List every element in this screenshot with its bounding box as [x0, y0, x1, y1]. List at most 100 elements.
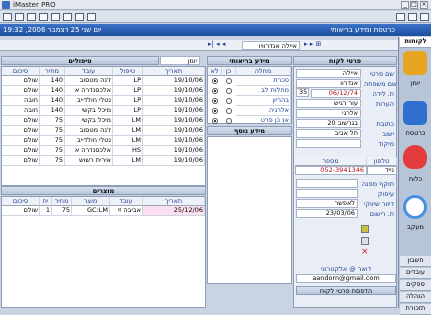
- sidebar-item-diary[interactable]: יומן: [399, 79, 431, 87]
- table-row-product[interactable]: GC:LM: [72, 206, 110, 216]
- table-row-worker[interactable]: אלכסנדרה א: [65, 146, 113, 156]
- table-row-status[interactable]: שולם: [2, 116, 40, 126]
- sidebar-item-tracking[interactable]: מעקב: [399, 223, 431, 231]
- nav-arrows-right[interactable]: ▸ ▸ ⊞: [304, 40, 321, 48]
- heart-icon[interactable]: [403, 145, 427, 169]
- table-row-date[interactable]: 19/10/06: [143, 96, 205, 106]
- field-value[interactable]: אנדרוו: [296, 79, 361, 88]
- table-row-price[interactable]: 75: [40, 126, 65, 136]
- yes-radio[interactable]: [226, 98, 232, 104]
- sidebar-item-account[interactable]: חשבון: [400, 256, 431, 267]
- table-row-code[interactable]: LP: [113, 86, 143, 96]
- no-radio[interactable]: [212, 78, 218, 84]
- table-row-date[interactable]: 19/10/06: [143, 106, 205, 116]
- extra-value[interactable]: לאפשר: [296, 199, 358, 208]
- table-row-date[interactable]: 19/10/06: [143, 146, 205, 156]
- yes-radio[interactable]: [226, 118, 232, 124]
- table-row-status[interactable]: שולם: [2, 76, 40, 86]
- table-row-code[interactable]: LP: [113, 106, 143, 116]
- table-row-code[interactable]: LM: [113, 126, 143, 136]
- email-field[interactable]: aandorn@gmail.com: [296, 274, 396, 283]
- table-row-date[interactable]: 25/12/06: [143, 206, 205, 216]
- magnifier-icon[interactable]: [403, 195, 427, 219]
- field-value[interactable]: 06/12/74: [311, 89, 361, 98]
- table-row-price[interactable]: 75: [40, 146, 65, 156]
- window-icon[interactable]: [27, 13, 36, 21]
- table-row-code[interactable]: LM: [113, 136, 143, 146]
- sidebar-item-management[interactable]: הנהלה: [400, 292, 431, 303]
- table-row-worker[interactable]: אלכסנדרה א: [65, 86, 113, 96]
- extra-value[interactable]: [296, 189, 358, 198]
- table-row-date[interactable]: 19/10/06: [143, 136, 205, 146]
- phone-type-select[interactable]: נייד: [367, 166, 397, 175]
- table-row-worker[interactable]: מיכל בקשי: [65, 116, 113, 126]
- extra-value[interactable]: [296, 179, 358, 188]
- table-row-date[interactable]: 19/10/06: [143, 76, 205, 86]
- table-row-status[interactable]: שולם: [2, 126, 40, 136]
- field-value[interactable]: עור רגיש: [296, 99, 361, 108]
- table-row-worker[interactable]: אירית רשוש: [65, 156, 113, 166]
- no-radio[interactable]: [212, 118, 218, 124]
- table-row-price[interactable]: 140: [40, 86, 65, 96]
- table-row-price[interactable]: 140: [40, 106, 65, 116]
- diary-selector[interactable]: יומן: [160, 56, 200, 65]
- clipboard-icon[interactable]: [403, 51, 427, 75]
- table-row-worker[interactable]: ז'נה מטסוב: [65, 126, 113, 136]
- table-row-worker[interactable]: נטלי חולדייב: [65, 96, 113, 106]
- print-icon[interactable]: [75, 13, 84, 21]
- table-row-status[interactable]: שולם: [2, 86, 40, 96]
- table-row-code[interactable]: LM: [113, 116, 143, 126]
- save-icon[interactable]: [3, 13, 12, 21]
- yes-radio[interactable]: [226, 78, 232, 84]
- maximize-icon[interactable]: □: [410, 1, 418, 9]
- table-row-price[interactable]: 75: [40, 156, 65, 166]
- table-row-status[interactable]: שולם: [2, 146, 40, 156]
- list-icon[interactable]: [15, 13, 24, 21]
- age-field[interactable]: 35: [296, 88, 309, 97]
- field-value[interactable]: [296, 139, 361, 148]
- table-row-code[interactable]: LM: [113, 156, 143, 166]
- no-radio[interactable]: [212, 98, 218, 104]
- sidebar-item-card[interactable]: כרטסת: [399, 129, 431, 137]
- table-row-date[interactable]: 19/10/06: [143, 156, 205, 166]
- table-row-price[interactable]: 140: [40, 76, 65, 86]
- phone-field[interactable]: 052-3941346: [295, 166, 367, 175]
- print-client-button[interactable]: הדפסת פרטי לקוח: [296, 286, 396, 295]
- nav-arrows[interactable]: ▸| ◂ ◂: [208, 40, 225, 48]
- field-value[interactable]: בגרשוב 20: [296, 119, 361, 128]
- table-row-status[interactable]: חובה: [2, 106, 40, 116]
- record-selector[interactable]: איילה אנדרוויו: [242, 41, 300, 50]
- table-row-worker[interactable]: נטלי חולדייב: [65, 136, 113, 146]
- extra-value[interactable]: 23/03/06: [296, 209, 358, 218]
- image-icon[interactable]: [63, 13, 72, 21]
- table-row-code[interactable]: LP: [113, 96, 143, 106]
- table-row-date[interactable]: 19/10/06: [143, 86, 205, 96]
- no-radio[interactable]: [212, 108, 218, 114]
- table-row-worker[interactable]: ז'נה מטסוב: [65, 76, 113, 86]
- table-row-code[interactable]: HS: [113, 146, 143, 156]
- field-value[interactable]: אלרגי: [296, 109, 361, 118]
- minimize-icon[interactable]: _: [401, 1, 409, 9]
- card-icon[interactable]: [403, 101, 427, 125]
- table-row-status[interactable]: שולם: [2, 136, 40, 146]
- table-row-status[interactable]: חובה: [2, 96, 40, 106]
- help-icon[interactable]: [87, 13, 96, 21]
- table-row-status[interactable]: שולם: [2, 156, 40, 166]
- edit-icon[interactable]: [361, 237, 369, 245]
- sidebar-item-clients[interactable]: לקוחות: [400, 37, 431, 48]
- table-row-price[interactable]: 75: [52, 206, 72, 216]
- table-row-date[interactable]: 19/10/06: [143, 126, 205, 136]
- image-placeholder-icon[interactable]: [361, 225, 369, 233]
- table-row-worker[interactable]: מיכל בקשי: [65, 106, 113, 116]
- table-row-status[interactable]: שולם: [2, 206, 40, 216]
- delete-icon[interactable]: ×: [361, 248, 369, 257]
- table-row-code[interactable]: LP: [113, 76, 143, 86]
- table-row-qty[interactable]: 1: [40, 206, 52, 216]
- sidebar-item-brides[interactable]: כלות: [399, 175, 431, 183]
- text-icon[interactable]: [408, 13, 417, 21]
- table-row-price[interactable]: 75: [40, 136, 65, 146]
- grid-icon[interactable]: [51, 13, 60, 21]
- table-row-worker[interactable]: אביבה זי: [110, 206, 143, 216]
- extra-info-box[interactable]: [207, 136, 292, 284]
- field-value[interactable]: תל אביב: [296, 129, 361, 138]
